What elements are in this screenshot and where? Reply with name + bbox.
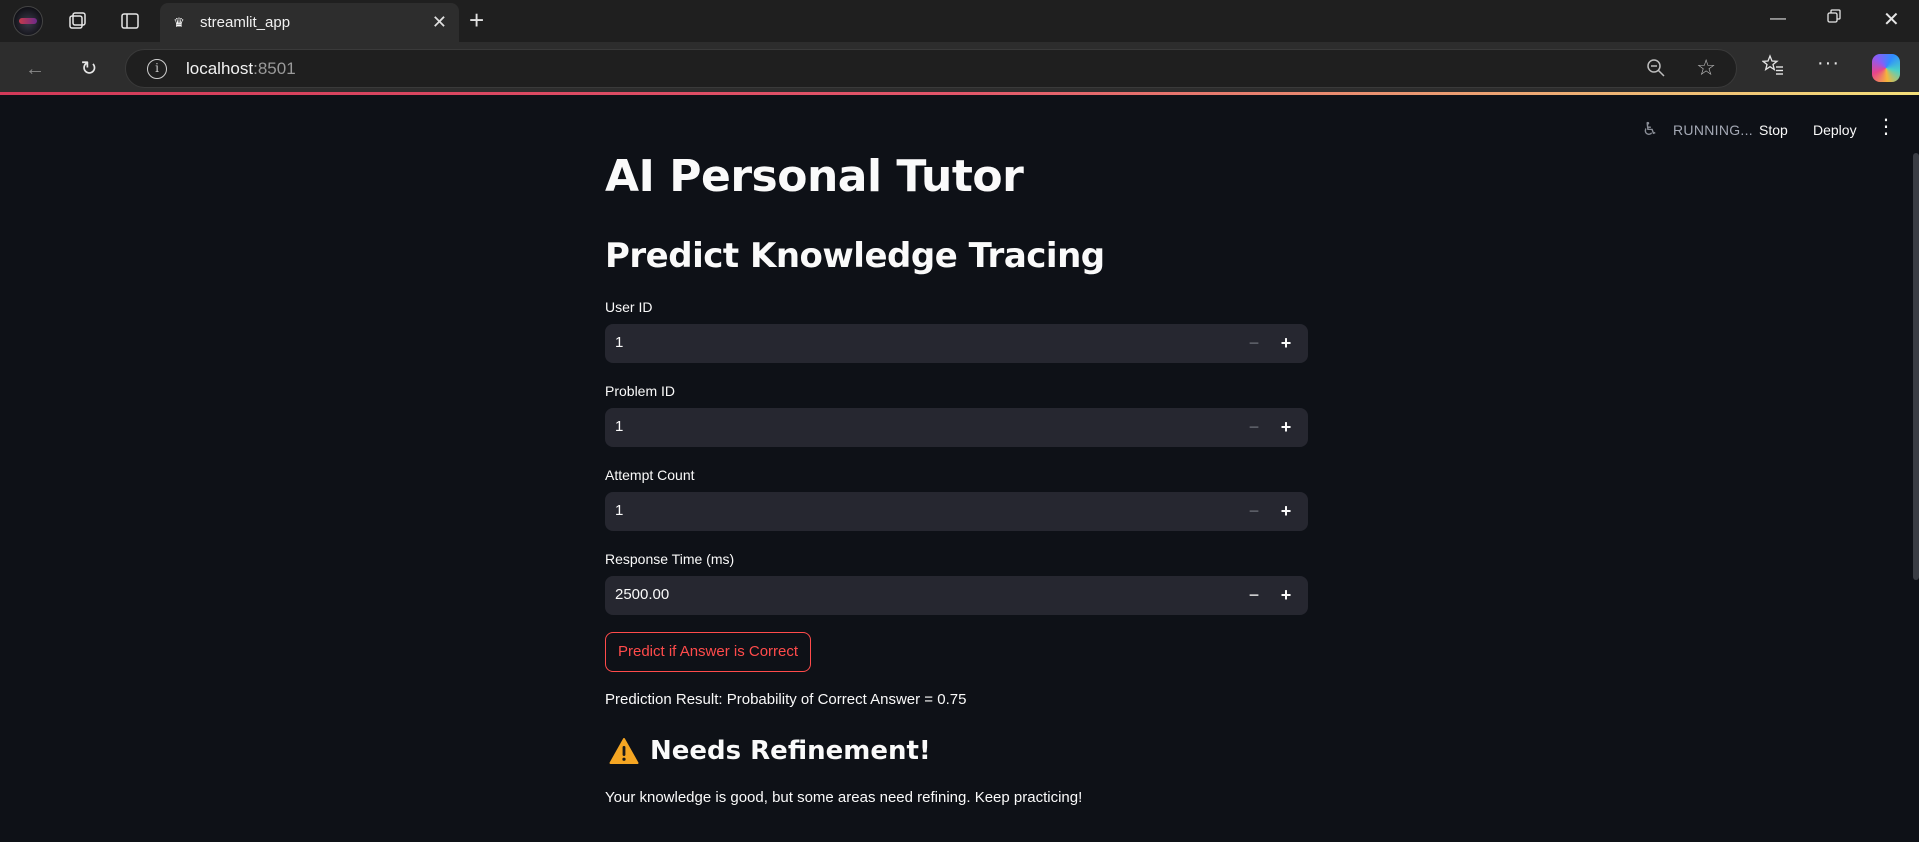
workspaces-icon[interactable]: [64, 8, 90, 34]
address-bar[interactable]: i localhost:8501 ☆: [125, 49, 1737, 88]
url-text: localhost:8501: [186, 59, 296, 78]
problem-id-increment-button[interactable]: +: [1273, 414, 1299, 440]
user-id-increment-button[interactable]: +: [1273, 330, 1299, 356]
attempt-count-value[interactable]: 1: [615, 502, 623, 519]
user-id-input[interactable]: 1 − +: [605, 324, 1308, 363]
warning-message: Your knowledge is good, but some areas n…: [605, 789, 1083, 806]
site-info-icon[interactable]: i: [147, 59, 167, 79]
close-tab-icon[interactable]: ✕: [432, 12, 447, 32]
attempt-count-input[interactable]: 1 − +: [605, 492, 1308, 531]
tab-title: streamlit_app: [200, 14, 291, 31]
user-id-label: User ID: [605, 299, 653, 315]
scrollbar[interactable]: [1913, 153, 1919, 580]
zoom-out-icon[interactable]: [1646, 58, 1666, 83]
tab-streamlit-app[interactable]: ♛ streamlit_app ✕: [160, 3, 459, 42]
response-time-input[interactable]: 2500.00 − +: [605, 576, 1308, 615]
warning-icon: [609, 737, 639, 765]
page-title: AI Personal Tutor: [605, 151, 1024, 202]
problem-id-decrement-button[interactable]: −: [1241, 414, 1267, 440]
warning-title: Needs Refinement!: [650, 736, 931, 766]
response-time-label: Response Time (ms): [605, 551, 735, 567]
tab-actions-icon[interactable]: [117, 8, 143, 34]
reload-icon[interactable]: ↻: [75, 55, 103, 83]
close-window-icon[interactable]: ✕: [1883, 7, 1900, 32]
stop-button[interactable]: Stop: [1759, 122, 1788, 138]
problem-id-input[interactable]: 1 − +: [605, 408, 1308, 447]
predict-button[interactable]: Predict if Answer is Correct: [605, 632, 812, 672]
favorite-star-icon[interactable]: ☆: [1696, 55, 1716, 81]
response-time-decrement-button[interactable]: −: [1241, 582, 1267, 608]
more-options-icon[interactable]: ···: [1817, 52, 1840, 75]
user-id-value[interactable]: 1: [615, 334, 623, 351]
profile-avatar-icon[interactable]: [13, 6, 43, 36]
attempt-count-decrement-button[interactable]: −: [1241, 498, 1267, 524]
page-subheader: Predict Knowledge Tracing: [605, 236, 1105, 276]
response-time-increment-button[interactable]: +: [1273, 582, 1299, 608]
streamlit-app: ♿ RUNNING... Stop Deploy ⋮ AI Personal T…: [0, 95, 1919, 842]
problem-id-value[interactable]: 1: [615, 418, 623, 435]
running-status-icon: ♿: [1642, 119, 1659, 139]
restore-icon[interactable]: [1826, 8, 1842, 29]
copilot-icon[interactable]: [1872, 54, 1900, 82]
deploy-button[interactable]: Deploy: [1813, 122, 1857, 138]
problem-id-label: Problem ID: [605, 383, 676, 399]
warning-header: Needs Refinement!: [609, 736, 931, 766]
back-arrow-icon[interactable]: ←: [21, 55, 49, 83]
main-menu-icon[interactable]: ⋮: [1876, 117, 1896, 137]
favorites-list-icon[interactable]: [1761, 54, 1784, 82]
browser-tab-strip: ♛ streamlit_app ✕ + — ✕: [0, 0, 1919, 42]
attempt-count-label: Attempt Count: [605, 467, 695, 483]
user-id-decrement-button[interactable]: −: [1241, 330, 1267, 356]
response-time-value[interactable]: 2500.00: [615, 586, 669, 603]
streamlit-crown-icon: ♛: [173, 15, 185, 30]
attempt-count-increment-button[interactable]: +: [1273, 498, 1299, 524]
browser-toolbar: ← ↻ i localhost:8501 ☆ ···: [0, 42, 1919, 94]
prediction-result: Prediction Result: Probability of Correc…: [605, 691, 967, 708]
minimize-icon[interactable]: —: [1770, 10, 1786, 28]
running-status: RUNNING...: [1673, 122, 1753, 138]
new-tab-icon[interactable]: +: [469, 6, 484, 34]
